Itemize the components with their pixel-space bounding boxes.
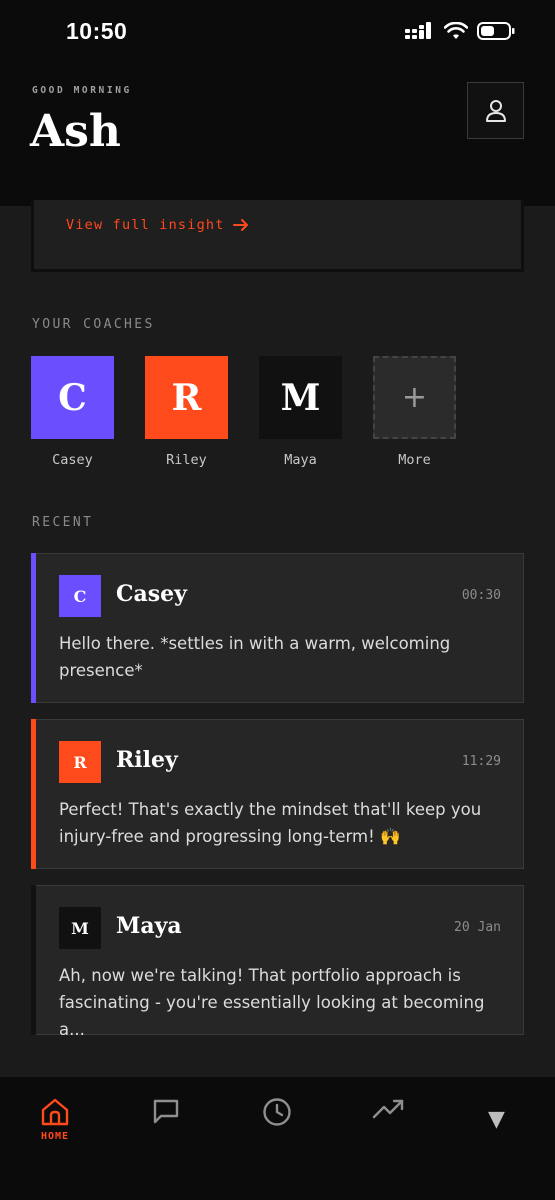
coach-avatar: M bbox=[259, 356, 342, 439]
recent-chat-casey[interactable]: C Casey 00:30 Hello there. *settles in w… bbox=[31, 553, 524, 703]
nav-home-label: HOME bbox=[40, 1131, 70, 1142]
insight-card: View full insight bbox=[31, 200, 524, 272]
chat-message-preview: Hello there. *settles in with a warm, we… bbox=[59, 634, 451, 680]
chat-avatar: R bbox=[59, 741, 101, 783]
chat-time: 11:29 bbox=[461, 754, 501, 769]
battery-icon bbox=[477, 22, 515, 40]
user-icon bbox=[485, 99, 506, 122]
chat-name: Casey bbox=[116, 581, 187, 607]
recent-chat-maya[interactable]: M Maya 20 Jan Ah, now we're talking! Tha… bbox=[31, 885, 524, 1039]
chat-name: Maya bbox=[116, 913, 182, 939]
arrow-right-icon bbox=[232, 219, 248, 231]
coaches-section-label: YOUR COACHES bbox=[32, 317, 155, 332]
more-icon[interactable]: ▼ bbox=[488, 1107, 505, 1132]
coach-name: Riley bbox=[166, 452, 207, 468]
home-icon bbox=[41, 1098, 69, 1126]
chat-name: Riley bbox=[116, 747, 178, 773]
chat-time: 20 Jan bbox=[454, 920, 501, 935]
header: GOOD MORNING Ash bbox=[0, 70, 555, 206]
chat-icon bbox=[153, 1099, 179, 1124]
user-name: Ash bbox=[30, 106, 121, 157]
history-icon bbox=[263, 1098, 291, 1126]
coach-name: Maya bbox=[284, 452, 317, 468]
nav-home[interactable]: HOME bbox=[0, 1077, 110, 1167]
profile-button[interactable] bbox=[467, 82, 524, 139]
nav-chats[interactable] bbox=[111, 1077, 221, 1167]
status-time: 10:50 bbox=[66, 18, 128, 44]
greeting-label: GOOD MORNING bbox=[32, 85, 132, 96]
recent-chat-riley[interactable]: R Riley 11:29 Perfect! That's exactly th… bbox=[31, 719, 524, 869]
chat-avatar: C bbox=[59, 575, 101, 617]
progress-icon bbox=[372, 1099, 404, 1119]
wifi-icon bbox=[444, 22, 468, 39]
status-bar: 10:50 bbox=[0, 0, 555, 70]
coach-maya[interactable]: M Maya bbox=[259, 356, 342, 468]
recent-section-label: RECENT bbox=[32, 515, 94, 530]
view-full-insight-link[interactable]: View full insight bbox=[66, 217, 249, 233]
plus-icon: + bbox=[373, 356, 456, 439]
cellular-signal-icon bbox=[405, 22, 431, 39]
nav-history[interactable] bbox=[222, 1077, 332, 1167]
coach-avatar: R bbox=[145, 356, 228, 439]
bottom-nav: HOME ▼ bbox=[0, 1077, 555, 1200]
coach-riley[interactable]: R Riley bbox=[145, 356, 228, 468]
chat-message-preview: Perfect! That's exactly the mindset that… bbox=[59, 800, 482, 846]
more-coaches-button[interactable]: + More bbox=[373, 356, 456, 468]
chat-message-preview: Ah, now we're talking! That portfolio ap… bbox=[59, 966, 485, 1039]
chat-accent-bar bbox=[31, 885, 36, 1035]
nav-progress[interactable] bbox=[333, 1077, 443, 1167]
chat-avatar: M bbox=[59, 907, 101, 949]
more-label: More bbox=[398, 452, 431, 468]
chat-accent-bar bbox=[31, 719, 36, 869]
coach-name: Casey bbox=[52, 452, 93, 468]
chat-accent-bar bbox=[31, 553, 36, 703]
chat-time: 00:30 bbox=[461, 588, 501, 603]
status-icons bbox=[405, 22, 515, 40]
coach-casey[interactable]: C Casey bbox=[31, 356, 114, 468]
coach-avatar: C bbox=[31, 356, 114, 439]
view-full-insight-label: View full insight bbox=[66, 217, 225, 233]
